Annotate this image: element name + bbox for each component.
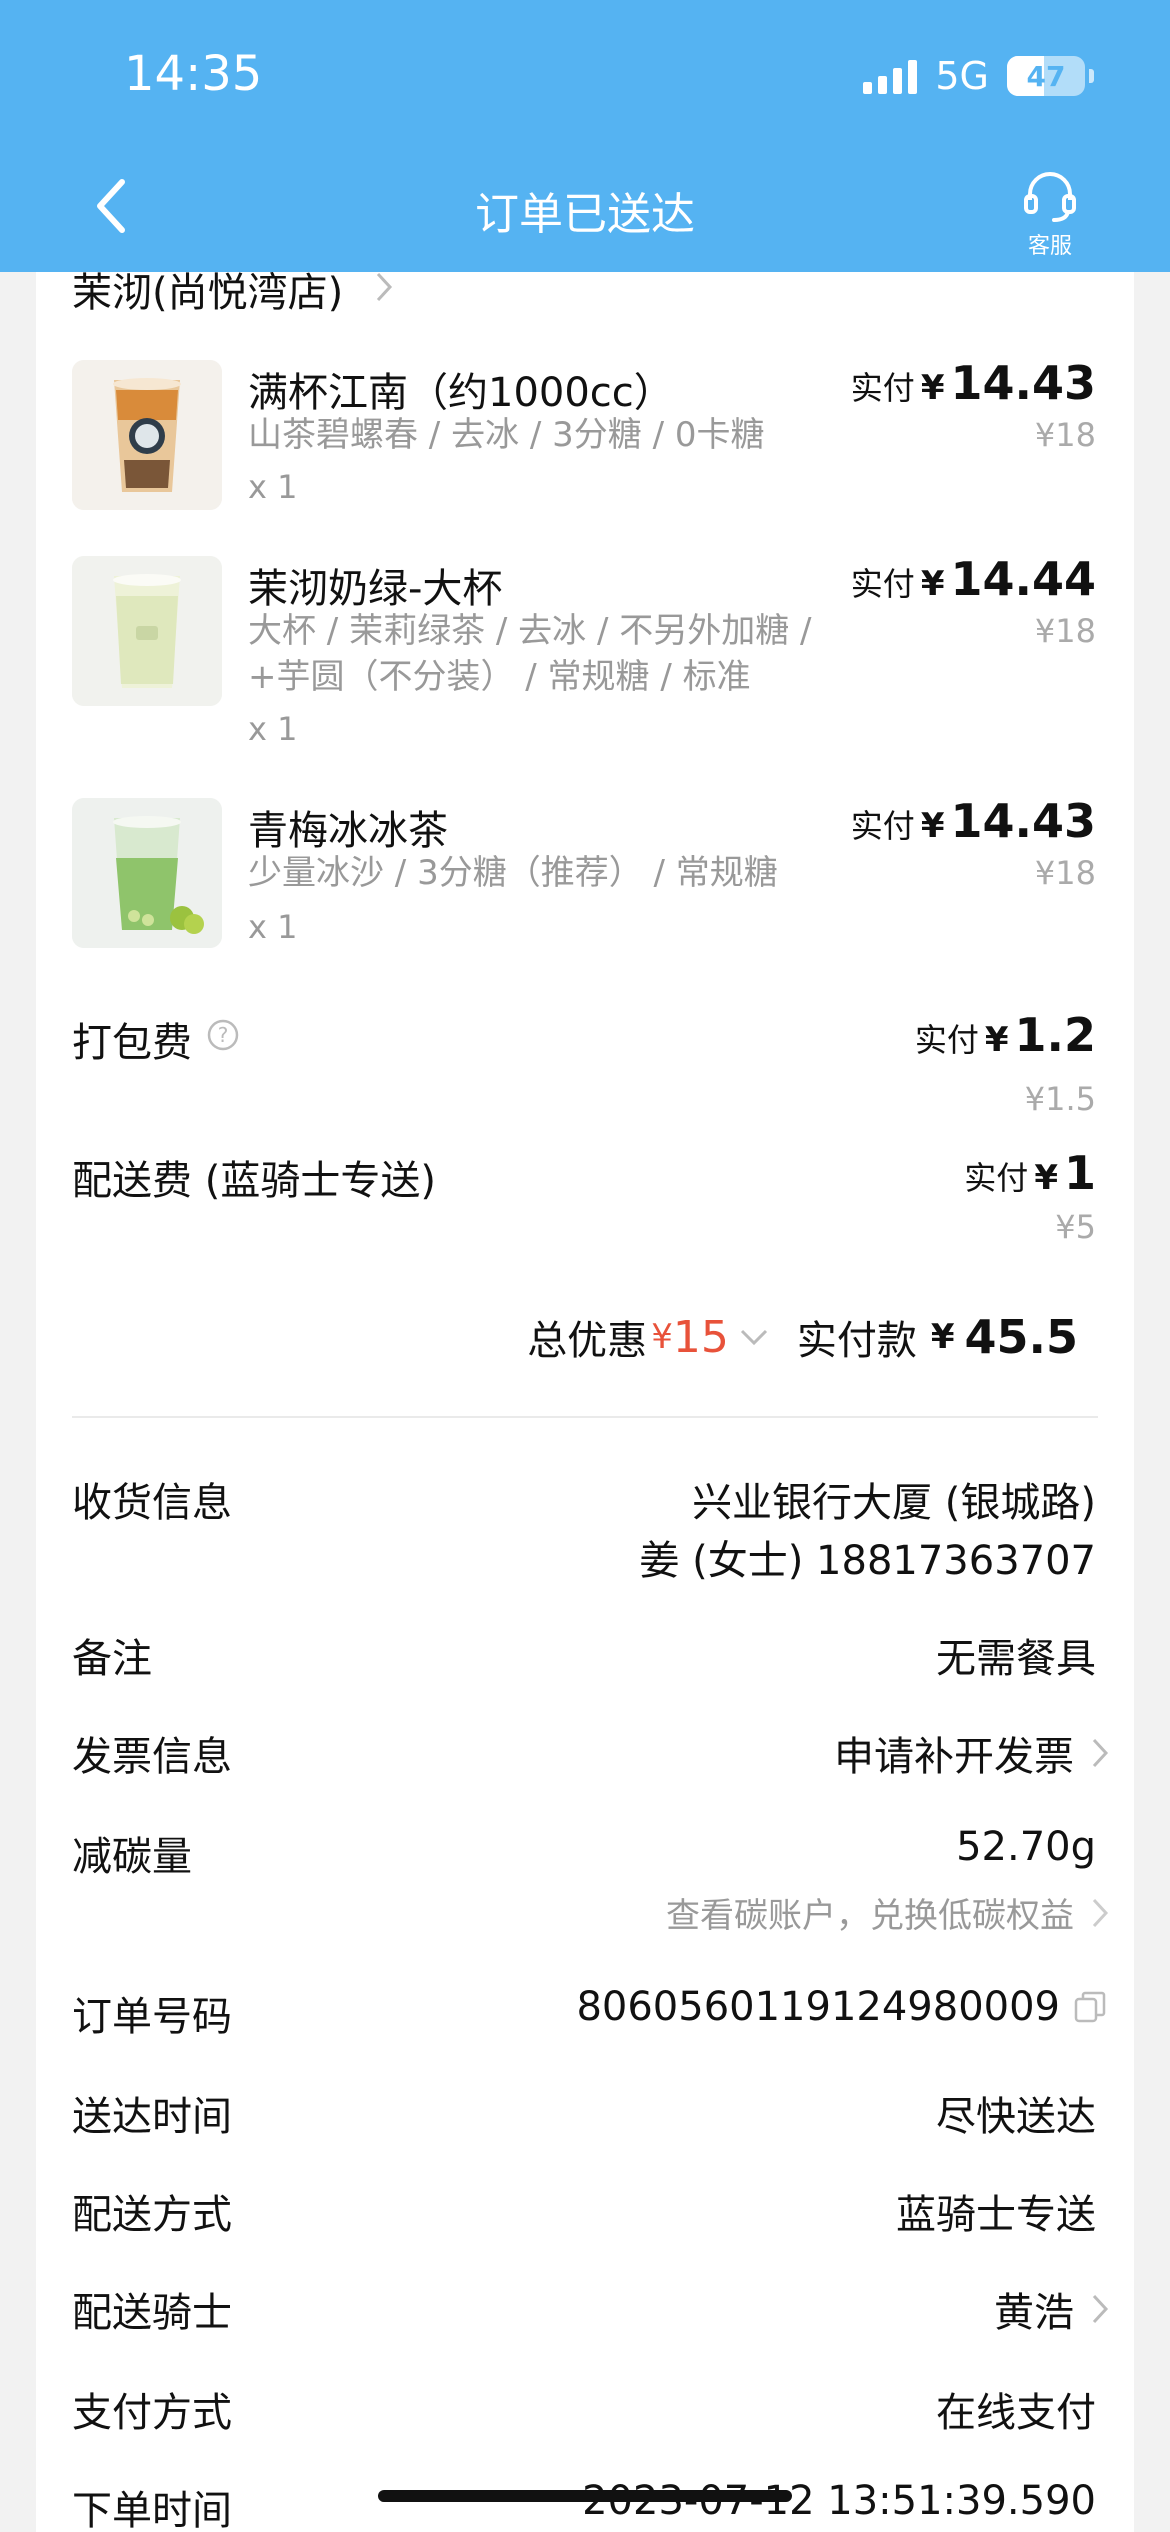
chevron-right-icon xyxy=(1092,1898,1109,1927)
item-paid-price: 实付 ¥ 14.43 xyxy=(850,356,1096,410)
order-time-label: 下单时间 xyxy=(72,2488,232,2532)
item-paid-price: 实付 ¥ 14.43 xyxy=(850,794,1096,848)
address-line1: 兴业银行大厦 (银城路) xyxy=(692,1480,1096,1526)
discount-label[interactable]: 总优惠 xyxy=(527,1308,647,1366)
total-currency: ¥ xyxy=(930,1317,955,1357)
discount-amount[interactable]: 15 xyxy=(673,1312,729,1363)
item-spec: 大杯 / 茉莉绿茶 / 去冰 / 不另外加糖 / +芋圆（不分装） / 常规糖 … xyxy=(248,611,812,697)
product-image xyxy=(72,556,222,706)
battery-icon: 47 xyxy=(1007,56,1085,96)
chevron-down-icon[interactable] xyxy=(739,1327,769,1347)
rider-label: 配送骑士 xyxy=(72,2290,232,2336)
item-name: 满杯江南（约1000cc） xyxy=(248,370,674,416)
copy-icon[interactable] xyxy=(1072,1989,1108,2025)
order-number-label: 订单号码 xyxy=(72,1994,232,2040)
order-summary: 总优惠 ¥ 15 实付款 ¥ 45.5 xyxy=(527,1308,1078,1366)
packaging-fee-original: ¥1.5 xyxy=(1024,1080,1096,1118)
page-title: 订单已送达 xyxy=(475,189,695,240)
network-type: 5G xyxy=(935,54,989,98)
total-label: 实付款 xyxy=(796,1318,917,1364)
order-number: 8060560119124980009 xyxy=(576,1984,1108,2030)
battery-level: 47 xyxy=(1026,59,1066,93)
item-name: 茉沏奶绿-大杯 xyxy=(248,566,503,612)
home-indicator[interactable] xyxy=(378,2490,792,2502)
item-qty: x 1 xyxy=(248,468,298,506)
item-original-price: ¥18 xyxy=(1034,416,1096,454)
headset-icon xyxy=(1024,172,1076,222)
carbon-label: 减碳量 xyxy=(72,1834,192,1880)
item-spec: 山茶碧螺春 / 去冰 / 3分糖 / 0卡糖 xyxy=(248,415,765,455)
payment-value: 在线支付 xyxy=(936,2390,1096,2436)
signal-icon xyxy=(863,58,918,94)
item-spec: 少量冰沙 / 3分糖（推荐） / 常规糖 xyxy=(248,853,778,893)
app-header: 14:35 5G 47 订单已送达 客服 xyxy=(0,0,1170,272)
help-icon[interactable]: ? xyxy=(206,1018,240,1052)
product-image xyxy=(72,798,222,948)
delivery-time-value: 尽快送达 xyxy=(936,2094,1096,2140)
delivery-method-value: 蓝骑士专送 xyxy=(896,2192,1096,2238)
note-label: 备注 xyxy=(72,1636,152,1682)
item-paid-price: 实付 ¥ 14.44 xyxy=(850,552,1096,606)
delivery-method-label: 配送方式 xyxy=(72,2192,232,2238)
invoice-link[interactable]: 申请补开发票 xyxy=(834,1724,1110,1782)
carbon-account-link[interactable]: 查看碳账户，兑换低碳权益 xyxy=(666,1888,1110,1937)
svg-text:?: ? xyxy=(218,1023,229,1047)
delivery-fee-label: 配送费 (蓝骑士专送) xyxy=(72,1158,436,1204)
delivery-fee-original: ¥5 xyxy=(1055,1208,1096,1246)
status-time: 14:35 xyxy=(124,46,263,102)
delivery-time-label: 送达时间 xyxy=(72,2094,232,2140)
item-qty: x 1 xyxy=(248,908,298,946)
note-value: 无需餐具 xyxy=(936,1636,1096,1682)
order-card: 茉沏(尚悦湾店) 满杯江南（约1000cc） 山茶碧螺春 / 去冰 / 3分糖 … xyxy=(36,200,1134,2532)
customer-service-label: 客服 xyxy=(1027,234,1072,259)
status-indicators: 5G 47 xyxy=(863,54,1094,98)
chevron-right-icon xyxy=(1092,2294,1109,2324)
address-label: 收货信息 xyxy=(72,1480,232,1526)
customer-service-button[interactable]: 客服 xyxy=(1020,170,1080,260)
chevron-right-icon xyxy=(1092,1738,1109,1768)
divider xyxy=(72,1416,1098,1418)
total-amount: 45.5 xyxy=(964,1310,1079,1364)
carbon-value: 52.70g xyxy=(956,1824,1096,1870)
product-image xyxy=(72,360,222,510)
invoice-label: 发票信息 xyxy=(72,1734,232,1780)
item-original-price: ¥18 xyxy=(1034,854,1096,892)
discount-currency: ¥ xyxy=(651,1317,673,1357)
payment-label: 支付方式 xyxy=(72,2390,232,2436)
chevron-right-icon[interactable] xyxy=(374,270,394,304)
packaging-fee-label: 打包费 xyxy=(72,1020,192,1066)
item-qty: x 1 xyxy=(248,710,298,748)
rider-link[interactable]: 黄浩 xyxy=(994,2280,1110,2338)
packaging-fee-paid: 实付 ¥ 1.2 xyxy=(914,1008,1096,1062)
address-line2: 姜 (女士) 18817363707 xyxy=(639,1538,1096,1584)
delivery-fee-paid: 实付 ¥ 1 xyxy=(964,1146,1096,1200)
item-name: 青梅冰冰茶 xyxy=(248,808,448,854)
item-original-price: ¥18 xyxy=(1034,612,1096,650)
